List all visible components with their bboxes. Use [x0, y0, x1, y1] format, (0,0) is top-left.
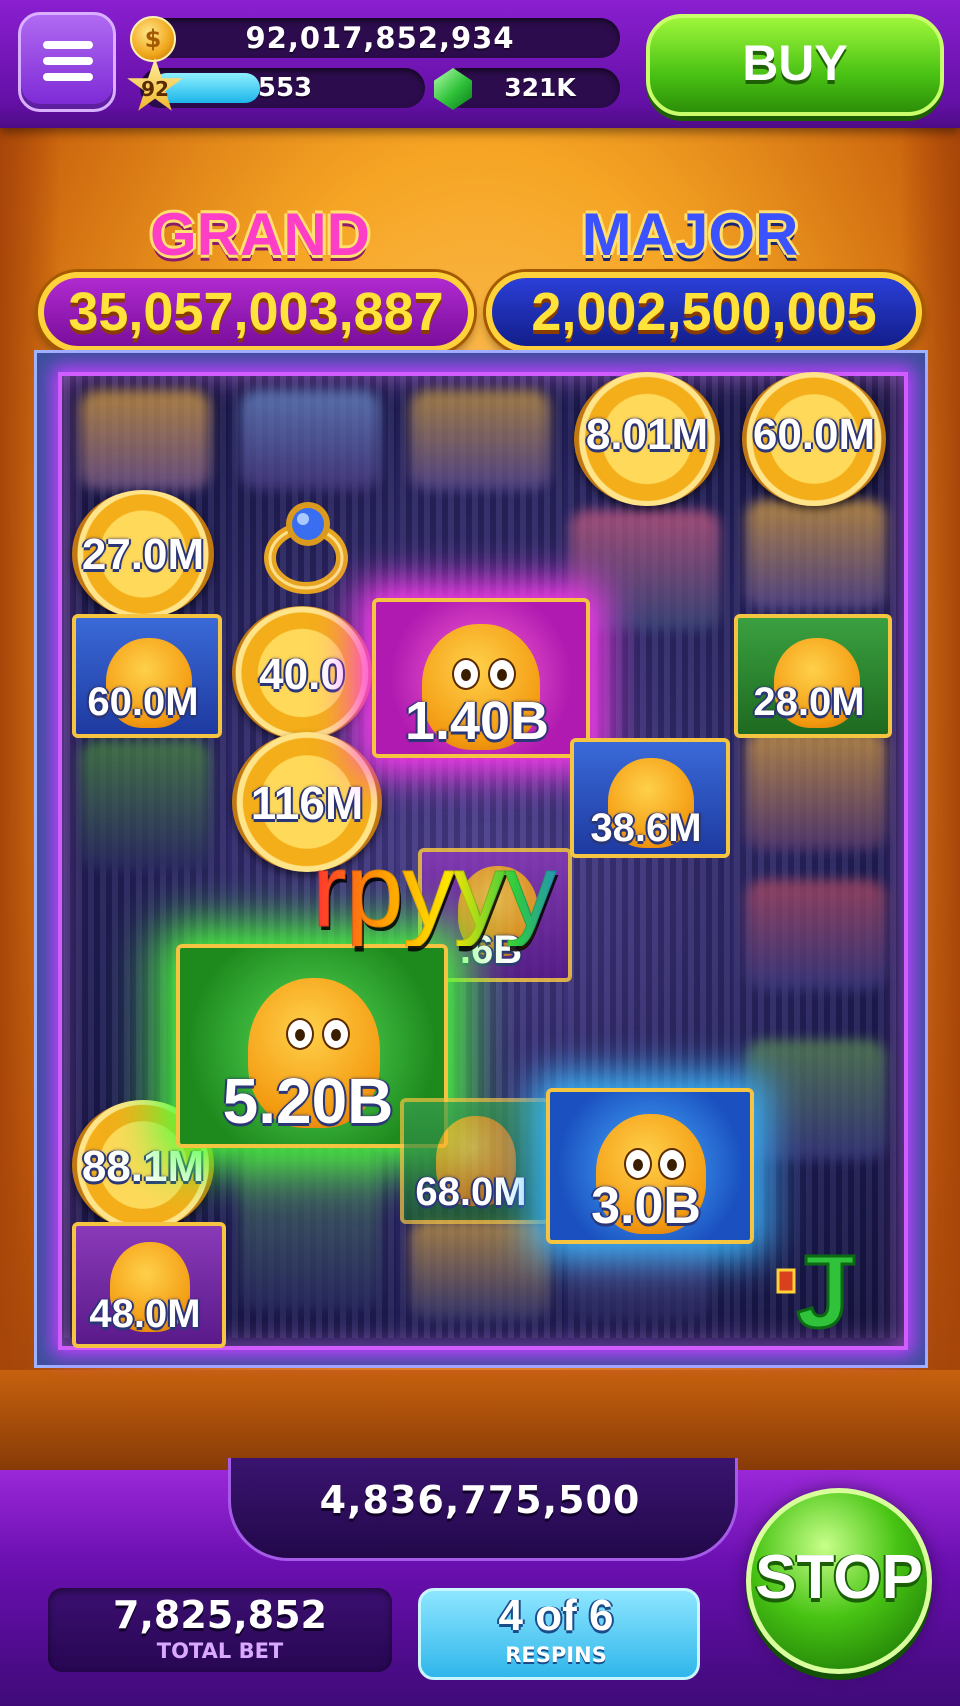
coin-balance: 92,017,852,934	[245, 21, 515, 55]
hamburger-line	[43, 41, 93, 49]
blurred-symbol	[410, 1220, 550, 1320]
hamburger-line	[43, 73, 93, 81]
eye	[322, 1018, 350, 1050]
blurred-symbol	[410, 390, 550, 490]
coin-icon: $	[130, 16, 176, 62]
overlay-text: rpyyy	[312, 836, 652, 947]
tile-value: 1.40B	[404, 691, 550, 751]
eye	[452, 658, 480, 690]
coin-value: 8.01M	[585, 410, 709, 459]
coin-value: 88.1M	[81, 1142, 205, 1191]
respins-label: RESPINS	[505, 1643, 607, 1667]
stop-button[interactable]: STOP	[746, 1488, 932, 1674]
tile-value: 3.0B	[591, 1177, 701, 1235]
ring-icon	[264, 502, 348, 594]
tile-value: 60.0M	[87, 680, 199, 724]
win-amount: 4,836,775,500	[319, 1478, 641, 1522]
coin-value: 116M	[250, 777, 364, 829]
blurred-symbol	[746, 730, 886, 850]
jack-symbol-icon	[776, 1254, 856, 1330]
hamburger-line	[43, 57, 93, 65]
gem-balance: 321K	[504, 73, 576, 102]
blurred-symbol	[746, 880, 886, 990]
menu-button[interactable]	[18, 12, 116, 112]
buy-button[interactable]: BUY	[646, 14, 944, 116]
total-bet-label: TOTAL BET	[156, 1639, 284, 1663]
grand-jackpot-title: GRAND	[150, 201, 370, 268]
major-jackpot-value: 2,002,500,005	[486, 272, 922, 352]
eye	[488, 658, 516, 690]
blurred-symbol	[80, 390, 210, 490]
respins-count: 4 of 6	[498, 1591, 614, 1640]
coin-value: 60.0M	[752, 410, 876, 459]
major-jackpot-title: MAJOR	[581, 201, 799, 268]
blurred-symbol	[240, 390, 380, 490]
grand-jackpot-value: 35,057,003,887	[38, 272, 474, 352]
eye	[286, 1018, 314, 1050]
blurred-symbol	[240, 1150, 380, 1310]
tile-value: 28.0M	[753, 680, 865, 724]
player-level: 92	[141, 77, 169, 101]
coin-value: 27.0M	[81, 530, 205, 579]
coin-value: 40.0	[259, 650, 345, 699]
xp-value: 553	[257, 73, 313, 103]
blurred-symbol	[746, 500, 886, 610]
tile-value: 48.0M	[89, 1292, 201, 1336]
blurred-symbol	[746, 1040, 886, 1160]
tile-value: 68.0M	[415, 1170, 527, 1214]
blurred-symbol	[80, 740, 210, 870]
total-bet-value: 7,825,852	[113, 1593, 327, 1637]
blurred-symbol	[570, 510, 720, 630]
